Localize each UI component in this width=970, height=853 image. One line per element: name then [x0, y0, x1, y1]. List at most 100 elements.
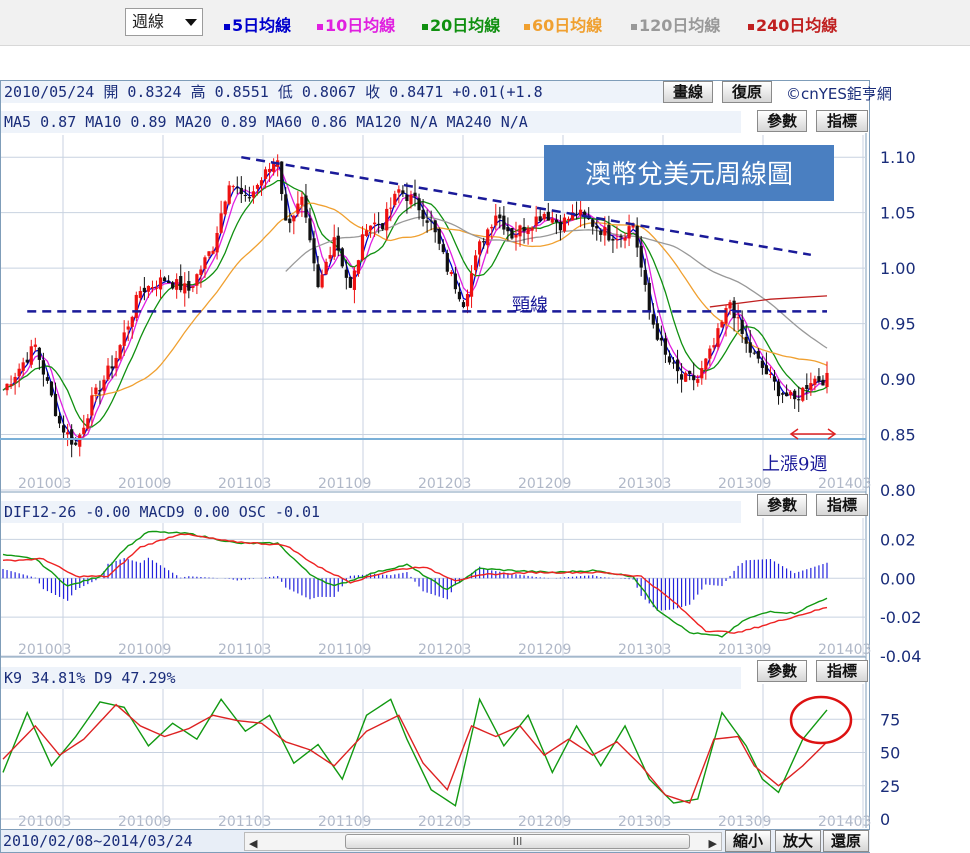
x-tick-label: 201003	[18, 814, 71, 830]
candle-body	[518, 225, 522, 237]
candle-body	[635, 225, 639, 248]
candle-body	[801, 387, 805, 401]
y-tick-label: 0.02	[880, 530, 916, 549]
candle-body	[473, 255, 478, 271]
candle-body	[352, 270, 357, 290]
reset-button[interactable]: 復原	[722, 81, 772, 103]
candle-body	[409, 194, 413, 205]
y-tick-label: 0.00	[880, 569, 916, 588]
candle-body	[809, 383, 813, 390]
candle-body	[45, 377, 50, 381]
date-range: 2010/02/08~2014/03/24	[3, 832, 193, 850]
candle-body	[708, 348, 712, 359]
candle-body	[643, 270, 647, 285]
candle-body	[615, 239, 619, 241]
scroll-thumb[interactable]: III	[345, 834, 690, 849]
candle-body	[324, 261, 328, 275]
draw-button[interactable]: 畫線	[663, 81, 713, 103]
candle-body	[627, 226, 631, 239]
candle-body	[776, 381, 781, 397]
candle-body	[98, 390, 102, 392]
candle-body	[502, 215, 506, 230]
candle-body	[522, 226, 526, 232]
candle-body	[272, 163, 276, 172]
candle-body	[154, 287, 159, 289]
ma-values-bar: MA5 0.87 MA10 0.89 MA20 0.89 MA60 0.86 M…	[1, 111, 741, 133]
candle-body	[639, 245, 643, 268]
candle-body	[167, 281, 171, 284]
candle-body	[510, 228, 514, 239]
candle-body	[599, 230, 603, 235]
candle-body	[61, 425, 66, 433]
candle-body	[368, 225, 373, 231]
candle-body	[300, 196, 304, 205]
candle-body	[780, 393, 785, 395]
range-scrollbar[interactable]: ◀ III ▶	[244, 832, 722, 851]
candle-body	[235, 187, 239, 189]
candle-body	[320, 274, 324, 288]
y-tick-label: 1.05	[880, 204, 916, 223]
candle-body	[441, 244, 445, 253]
candle-body	[401, 190, 405, 194]
candle-body	[671, 362, 676, 364]
candle-body	[348, 276, 352, 288]
candle-body	[57, 415, 62, 424]
candle-body	[433, 220, 437, 233]
candle-body	[267, 168, 272, 172]
candle-body	[514, 234, 518, 238]
candle-body	[732, 300, 736, 319]
chart-title: 澳幣兌美元周線圖	[585, 160, 793, 190]
candle-body	[78, 434, 82, 447]
restore-button[interactable]: 還原	[823, 830, 869, 852]
candle-body	[429, 220, 433, 222]
candle-body	[805, 384, 809, 390]
candle-body	[336, 235, 340, 251]
candle-body	[223, 201, 227, 215]
candle-body	[33, 344, 37, 347]
candle-body	[465, 293, 470, 307]
candle-body	[263, 169, 268, 179]
candle-body	[106, 365, 110, 380]
candle-body	[684, 372, 688, 382]
candle-body	[421, 209, 425, 219]
candle-body	[5, 383, 9, 391]
candle-body	[179, 276, 183, 291]
candle-body	[118, 345, 122, 359]
y-tick-label: 50	[880, 744, 900, 763]
candle-body	[768, 373, 773, 375]
macd-values-text: DIF12-26 -0.00 MACD9 0.00 OSC -0.01	[4, 503, 321, 521]
candle-body	[591, 219, 595, 227]
candle-body	[195, 274, 199, 286]
candle-body	[86, 418, 90, 429]
zoom-in-button[interactable]: 放大	[775, 830, 821, 852]
kd-values-text: K9 34.81% D9 47.29%	[4, 669, 176, 687]
scroll-right-icon[interactable]: ▶	[709, 837, 717, 850]
macd-params-button[interactable]: 參數	[757, 494, 807, 516]
neckline-label: 頸線	[512, 295, 548, 316]
candle-body	[175, 279, 179, 290]
candle-body	[712, 345, 716, 348]
scroll-left-icon[interactable]: ◀	[249, 837, 257, 850]
price-params-button[interactable]: 參數	[757, 110, 807, 132]
candle-body	[449, 272, 453, 274]
candle-body	[789, 391, 793, 396]
candle-body	[304, 195, 308, 218]
macd-indicator-button[interactable]: 指標	[816, 494, 868, 516]
candle-body	[90, 395, 94, 416]
x-tick-label: 201303	[618, 814, 671, 830]
price-indicator-button[interactable]: 指標	[816, 110, 868, 132]
candle-body	[227, 185, 231, 204]
kd-indicator-button[interactable]: 指標	[816, 660, 868, 682]
y-tick-label: 1.10	[880, 148, 916, 167]
candle-body	[312, 238, 316, 264]
candle-body	[146, 285, 151, 292]
candle-body	[764, 365, 769, 375]
candle-body	[417, 198, 421, 211]
candle-body	[425, 220, 429, 223]
candle-body	[793, 390, 797, 400]
x-tick-label: 201103	[218, 814, 271, 830]
candle-body	[813, 378, 817, 385]
zoom-out-button[interactable]: 縮小	[725, 830, 771, 852]
candle-body	[122, 332, 126, 346]
kd-params-button[interactable]: 參數	[757, 660, 807, 682]
